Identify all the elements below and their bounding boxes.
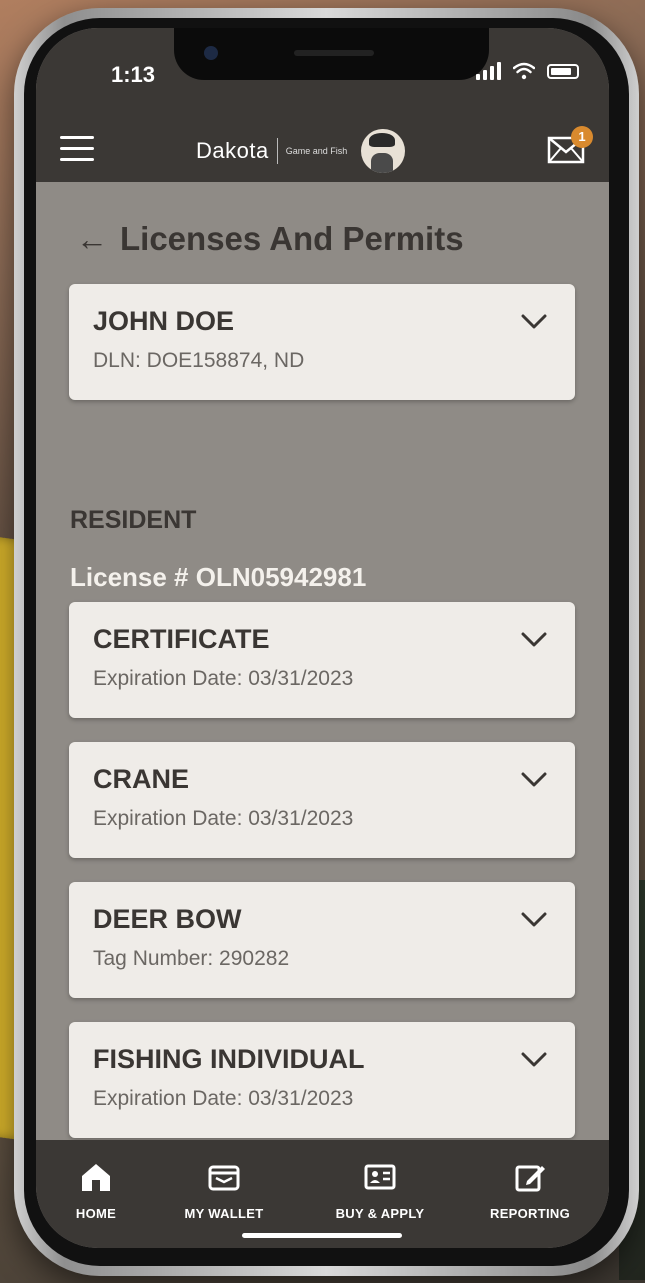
tab-buy-apply-label: BUY & APPLY: [335, 1206, 425, 1221]
mascot-logo-icon: [361, 129, 406, 173]
front-camera: [204, 46, 218, 60]
license-card[interactable]: DEER BOW Tag Number: 290282: [69, 882, 575, 998]
license-detail: Expiration Date: 03/31/2023: [93, 807, 354, 830]
license-detail: Expiration Date: 03/31/2023: [93, 667, 354, 690]
license-title: CRANE: [93, 764, 190, 794]
tab-home[interactable]: HOME: [36, 1160, 166, 1221]
chevron-down-icon: [521, 912, 547, 927]
id-card-icon: [364, 1164, 396, 1190]
tab-buy-apply[interactable]: BUY & APPLY: [310, 1160, 450, 1221]
license-card[interactable]: CERTIFICATE Expiration Date: 03/31/2023: [69, 602, 575, 718]
camera-notch: [174, 28, 489, 80]
signal-icon: [476, 62, 501, 80]
app-header: Dakota Game and Fish 1: [36, 118, 609, 182]
bottom-tab-bar: HOME MY WALLET BUY & APPLY REPORTING: [36, 1140, 609, 1248]
chevron-down-icon: [521, 772, 547, 787]
logo-agency-name: Game and Fish: [285, 146, 348, 156]
license-card[interactable]: FISHING INDIVIDUAL Expiration Date: 03/3…: [69, 1022, 575, 1138]
mail-button[interactable]: 1: [547, 126, 593, 164]
customer-name: JOHN DOE: [93, 306, 235, 336]
chevron-down-icon: [521, 314, 547, 329]
page-title: ← Licenses And Permits: [76, 220, 464, 258]
tab-my-wallet-label: MY WALLET: [184, 1206, 264, 1221]
edit-report-icon: [515, 1165, 545, 1192]
phone-frame: 1:13 Dakota Game and Fish 1 ← Licenses A…: [14, 8, 639, 1276]
tab-my-wallet[interactable]: MY WALLET: [154, 1160, 294, 1221]
tab-reporting[interactable]: REPORTING: [460, 1160, 600, 1221]
license-title: FISHING INDIVIDUAL: [93, 1044, 365, 1074]
license-title: CERTIFICATE: [93, 624, 270, 654]
status-icons: [476, 62, 579, 80]
customer-dln: DLN: DOE158874, ND: [93, 349, 305, 372]
back-arrow-icon[interactable]: ←: [76, 221, 108, 258]
home-icon: [82, 1164, 110, 1191]
menu-icon[interactable]: [60, 136, 94, 162]
status-time: 1:13: [111, 62, 156, 87]
battery-icon: [547, 63, 579, 79]
phone-screen: 1:13 Dakota Game and Fish 1 ← Licenses A…: [36, 28, 609, 1248]
wallet-icon: [208, 1165, 240, 1191]
wifi-icon: [513, 62, 535, 80]
logo-divider: [276, 138, 278, 164]
app-logo: Dakota Game and Fish: [196, 126, 406, 176]
main-content: ← Licenses And Permits JOHN DOE DLN: DOE…: [36, 182, 609, 1140]
notification-badge: 1: [571, 126, 593, 148]
logo-state-name: Dakota: [196, 138, 269, 163]
page-title-text: Licenses And Permits: [120, 220, 464, 257]
license-card[interactable]: CRANE Expiration Date: 03/31/2023: [69, 742, 575, 858]
customer-selector[interactable]: JOHN DOE DLN: DOE158874, ND: [69, 284, 575, 400]
home-indicator: [242, 1233, 402, 1238]
chevron-down-icon: [521, 632, 547, 647]
resident-section-label: RESIDENT: [70, 506, 197, 534]
earpiece-speaker: [294, 50, 374, 56]
license-detail: Tag Number: 290282: [93, 947, 290, 970]
tab-home-label: HOME: [75, 1206, 117, 1221]
chevron-down-icon: [521, 1052, 547, 1067]
status-bar: 1:13: [36, 28, 609, 118]
license-title: DEER BOW: [93, 904, 242, 934]
tab-reporting-label: REPORTING: [490, 1206, 570, 1221]
license-detail: Expiration Date: 03/31/2023: [93, 1087, 354, 1110]
license-number: License # OLN05942981: [70, 562, 367, 592]
